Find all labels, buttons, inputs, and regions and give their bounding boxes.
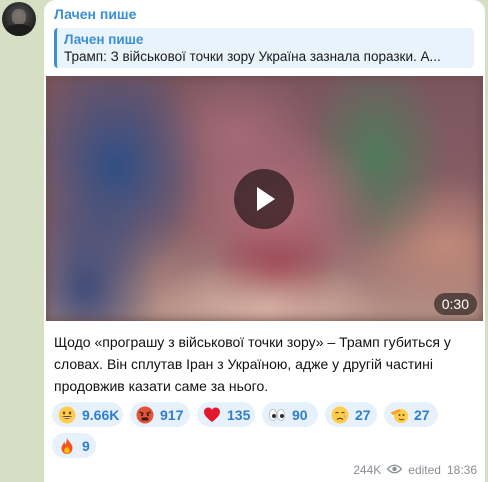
channel-name[interactable]: Лачен пише xyxy=(54,6,136,22)
reaction-fire[interactable]: 9 xyxy=(52,433,96,458)
message-footer: 244K edited 18:36 xyxy=(353,463,477,477)
view-count: 244K xyxy=(353,463,382,477)
reaction-angry[interactable]: 917 xyxy=(130,402,190,427)
reaction-heart[interactable]: 135 xyxy=(197,402,255,427)
saluting-face-icon xyxy=(390,406,408,424)
reaction-count: 9.66K xyxy=(82,406,120,423)
grinning-face-icon xyxy=(58,406,76,424)
video-duration: 0:30 xyxy=(433,293,477,315)
reaction-crying[interactable]: 27 xyxy=(325,402,377,427)
reaction-count: 90 xyxy=(292,406,308,423)
reaction-count: 135 xyxy=(227,406,251,423)
reaction-grinning[interactable]: 9.66K xyxy=(52,402,123,427)
reply-quote[interactable]: Лачен пише Трамп: З військової точки зор… xyxy=(54,28,474,68)
fire-icon xyxy=(58,437,76,455)
message-text: Щодо «програшу з військової точки зору» … xyxy=(54,334,451,394)
message-bubble: Лачен пише Лачен пише Трамп: З військово… xyxy=(44,0,485,482)
reaction-count: 27 xyxy=(355,406,371,423)
reaction-count: 9 xyxy=(82,437,90,454)
angry-face-icon xyxy=(136,406,154,424)
edited-label: edited xyxy=(408,463,441,477)
reply-text: Трамп: З військової точки зору Україна з… xyxy=(64,49,441,64)
play-icon xyxy=(257,187,275,211)
reaction-salute[interactable]: 27 xyxy=(384,402,438,427)
crying-face-icon xyxy=(331,406,349,424)
red-heart-icon xyxy=(203,406,221,424)
play-button[interactable] xyxy=(234,169,294,229)
reaction-count: 27 xyxy=(414,406,430,423)
avatar-shoulders xyxy=(5,24,33,36)
eye-icon xyxy=(386,463,403,477)
avatar-face xyxy=(12,9,26,25)
video-player[interactable]: 0:30 xyxy=(46,76,483,321)
message-time: 18:36 xyxy=(446,463,477,477)
eyes-icon xyxy=(268,406,286,424)
channel-avatar[interactable] xyxy=(2,2,36,36)
reaction-count: 917 xyxy=(160,406,184,423)
reaction-eyes[interactable]: 90 xyxy=(262,402,318,427)
reply-author: Лачен пише xyxy=(64,32,144,47)
